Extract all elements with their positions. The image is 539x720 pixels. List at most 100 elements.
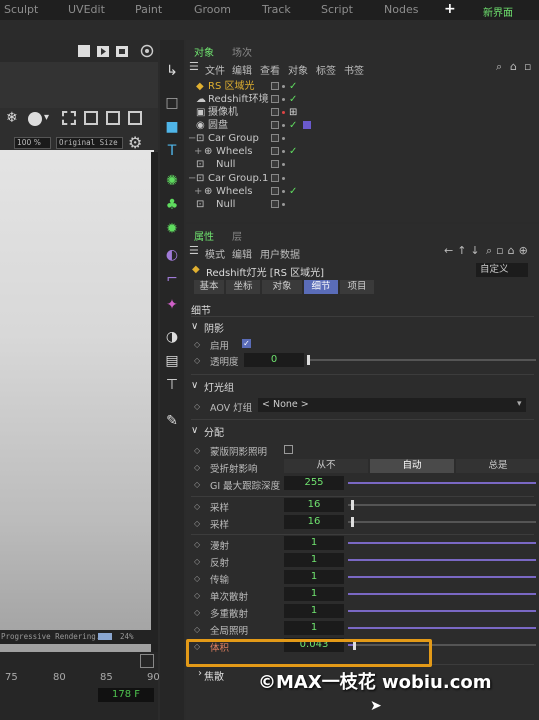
tab-track[interactable]: Track: [262, 3, 291, 16]
list-item[interactable]: − ⊡ Car Group.1: [186, 172, 539, 185]
slider-knob[interactable]: [351, 517, 354, 527]
samples-field[interactable]: 16: [284, 515, 344, 529]
gi-field[interactable]: 1: [284, 621, 344, 635]
floor-icon[interactable]: ⊤: [163, 376, 181, 394]
menu-edit[interactable]: 编辑: [232, 246, 252, 261]
tab-groom[interactable]: Groom: [194, 3, 231, 16]
tab-script[interactable]: Script: [321, 3, 353, 16]
samples-field[interactable]: 16: [284, 498, 344, 512]
size-dropdown[interactable]: Original Size: [56, 137, 123, 149]
enable-checkbox[interactable]: ✓: [242, 339, 251, 348]
keyframe-icon[interactable]: ◇: [194, 625, 200, 634]
fit-icon[interactable]: [84, 111, 98, 125]
list-item[interactable]: ◆ RS 区域光 ✓: [186, 80, 539, 93]
ik-icon[interactable]: ✦: [163, 296, 181, 314]
refraction-always[interactable]: 总是: [456, 459, 539, 473]
enabled-check-icon[interactable]: ✓: [289, 185, 297, 198]
keyframe-icon[interactable]: ◇: [194, 608, 200, 617]
visibility-checkbox[interactable]: [271, 82, 279, 90]
frame-field[interactable]: 178 F: [98, 688, 154, 702]
render-dot[interactable]: [282, 190, 285, 193]
expand-icon[interactable]: [106, 111, 120, 125]
tab-object[interactable]: 对象: [262, 280, 302, 294]
render-dot[interactable]: [282, 124, 285, 127]
section-caustics[interactable]: 焦散: [204, 668, 224, 683]
list-item[interactable]: + ⊕ Wheels ✓: [186, 185, 539, 198]
preset-dropdown[interactable]: 自定义: [476, 263, 528, 277]
section-contribution[interactable]: 分配: [204, 424, 224, 439]
visibility-checkbox[interactable]: [271, 147, 279, 155]
enabled-check-icon[interactable]: ✓: [289, 80, 297, 93]
keyframe-icon[interactable]: ◇: [194, 402, 200, 411]
generator-icon[interactable]: ✺: [163, 172, 181, 190]
enabled-check-icon[interactable]: ✓: [289, 145, 297, 158]
keyframe-icon[interactable]: ◇: [194, 356, 200, 365]
sphere-icon[interactable]: [28, 112, 42, 126]
shadow-catch-checkbox[interactable]: [284, 445, 293, 454]
visibility-checkbox[interactable]: [271, 134, 279, 142]
samples-slider[interactable]: [348, 521, 536, 523]
chevron-down-icon[interactable]: ∨: [191, 380, 198, 391]
refraction-auto[interactable]: 自动: [370, 459, 454, 473]
aov-dropdown[interactable]: < None >: [258, 398, 526, 412]
keyframe-icon[interactable]: ◇: [194, 340, 200, 349]
section-shadow[interactable]: 阴影: [204, 320, 224, 335]
render-dot[interactable]: [282, 137, 285, 140]
multi-scatter-slider[interactable]: [348, 610, 536, 612]
single-scatter-field[interactable]: 1: [284, 587, 344, 601]
menu-bookmarks[interactable]: 书签: [344, 62, 364, 77]
gi-depth-field[interactable]: 255: [284, 476, 344, 490]
render-dot[interactable]: [282, 163, 285, 166]
render-dot[interactable]: [282, 177, 285, 180]
menu-userdata[interactable]: 用户数据: [260, 246, 300, 261]
cube-outline-icon[interactable]: □: [163, 94, 181, 112]
list-item[interactable]: ◉ 圆盘 ✓: [186, 119, 539, 132]
refraction-never[interactable]: 从不: [284, 459, 368, 473]
menu-tags[interactable]: 标签: [316, 62, 336, 77]
visibility-checkbox[interactable]: [271, 108, 279, 116]
chevron-down-icon[interactable]: ▾: [517, 399, 522, 409]
visibility-checkbox[interactable]: [271, 200, 279, 208]
lock-icon[interactable]: ▫: [524, 60, 531, 73]
camera-icon[interactable]: ▤: [163, 352, 181, 370]
render-queue-icon[interactable]: [115, 44, 129, 58]
slider-knob[interactable]: [307, 355, 310, 365]
cube-icon[interactable]: ■: [163, 118, 181, 136]
add-layout-button[interactable]: +: [444, 1, 456, 17]
list-item[interactable]: ▣ 摄像机 ⊞: [186, 106, 539, 119]
list-item[interactable]: ⊡ Null: [186, 158, 539, 171]
region-select-icon[interactable]: [62, 111, 76, 125]
keyframe-icon[interactable]: ◇: [194, 446, 200, 455]
reflection-field[interactable]: 1: [284, 553, 344, 567]
material-tag-icon[interactable]: [303, 121, 311, 129]
multi-scatter-field[interactable]: 1: [284, 604, 344, 618]
menu-view[interactable]: 查看: [260, 62, 280, 77]
chevron-down-icon[interactable]: ▾: [44, 112, 49, 123]
list-item[interactable]: ⊡ Null: [186, 198, 539, 211]
expand-icon[interactable]: +: [194, 145, 202, 158]
menu-mode[interactable]: 模式: [205, 246, 225, 261]
tab-takes[interactable]: 场次: [232, 44, 252, 59]
keyframe-icon[interactable]: ◇: [194, 557, 200, 566]
menu-file[interactable]: 文件: [205, 62, 225, 77]
teapot-icon[interactable]: [140, 44, 154, 58]
enabled-check-icon[interactable]: ✓: [289, 119, 297, 132]
new-layout-tab[interactable]: 新界面: [483, 4, 513, 19]
menu-icon[interactable]: ☰: [189, 60, 199, 73]
tab-sculpt[interactable]: Sculpt: [4, 3, 38, 16]
viewport-scrollbar[interactable]: [151, 152, 158, 678]
tab-nodes[interactable]: Nodes: [384, 3, 418, 16]
keyframe-icon[interactable]: ◇: [194, 502, 200, 511]
keyframe-icon[interactable]: ◇: [194, 540, 200, 549]
clapper-icon[interactable]: [77, 44, 91, 58]
chevron-down-icon[interactable]: ∨: [191, 321, 198, 332]
render-dot[interactable]: [282, 98, 285, 101]
visibility-checkbox[interactable]: [271, 187, 279, 195]
transmission-field[interactable]: 1: [284, 570, 344, 584]
render-dot[interactable]: [282, 203, 285, 206]
snowflake-icon[interactable]: ❄: [6, 110, 18, 126]
home-icon[interactable]: ⌂: [510, 60, 517, 73]
transparency-slider[interactable]: [308, 359, 536, 361]
samples-slider[interactable]: [348, 504, 536, 506]
nav-arrows-icon[interactable]: ←↑↓: [444, 244, 484, 257]
